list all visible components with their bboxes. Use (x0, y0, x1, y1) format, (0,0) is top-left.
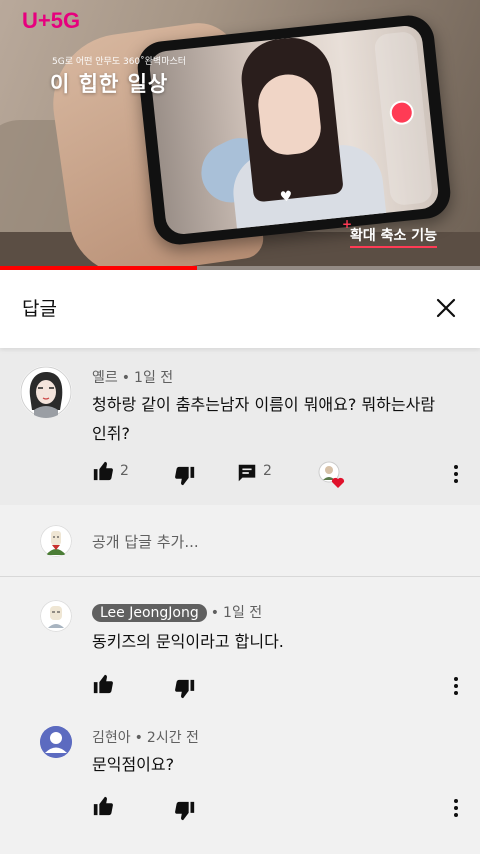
more-icon[interactable] (446, 463, 466, 485)
reply-author[interactable]: 김현아 (92, 730, 131, 746)
comment-meta: 옐르 • 1일 전 (92, 367, 173, 387)
replies-header: 답글 (0, 270, 480, 348)
reply-item: Lee JeongJong • 1일 전 동키즈의 문익이라고 합니다. (0, 578, 480, 706)
reply-item: 김현아 • 2시간 전 문익점이요? (0, 706, 480, 854)
comment-time: 1일 전 (134, 370, 174, 386)
heart-icon: ♥ (279, 188, 294, 206)
creator-badge[interactable]: Lee JeongJong (92, 604, 207, 622)
reply-text: 문익점이요? (92, 755, 175, 774)
like-icon[interactable] (92, 795, 114, 817)
replies-title: 답글 (22, 298, 57, 320)
close-icon[interactable] (434, 296, 458, 320)
comment-text: 청하랑 같이 춤추는남자 이름이 뭐애요? 뭐하는사람 인쥐? (92, 390, 462, 448)
creator-heart-illustration (318, 461, 345, 488)
comment-author[interactable]: 옐르 (92, 370, 118, 386)
phone-illustration: ♥ (135, 12, 453, 248)
reply-icon[interactable] (236, 462, 258, 484)
like-icon[interactable] (92, 460, 114, 482)
reply-meta: 김현아 • 2시간 전 (92, 727, 199, 747)
video-feature-label: 확대 축소 기능 (342, 217, 438, 248)
avatar (40, 525, 72, 557)
reply-meta: Lee JeongJong • 1일 전 (92, 602, 262, 622)
avatar[interactable] (20, 366, 72, 418)
video-main-caption: 이 힙한 일상 (50, 72, 169, 96)
root-comment: 옐르 • 1일 전 청하랑 같이 춤추는남자 이름이 뭐애요? 뭐하는사람 인쥐? … (0, 348, 480, 505)
avatar[interactable] (40, 600, 72, 632)
avatar-illustration (20, 366, 72, 418)
like-count: 2 (120, 463, 129, 479)
video-sub-caption: 5G로 어떤 안무도 360˚완벽마스터 (52, 57, 187, 67)
meta-separator: • (210, 605, 220, 621)
avatar-illustration (40, 525, 72, 557)
more-icon[interactable] (446, 675, 466, 697)
dislike-icon[interactable] (174, 465, 196, 487)
dislike-icon[interactable] (174, 800, 196, 822)
reply-time: 1일 전 (223, 605, 263, 621)
comment-text-line: 청하랑 같이 춤추는남자 이름이 뭐애요? 뭐하는사람 (92, 395, 436, 414)
dislike-icon[interactable] (174, 678, 196, 700)
creator-heart-icon (318, 461, 346, 489)
add-reply-row[interactable]: 공개 답글 추가... (0, 505, 480, 577)
comment-text-line: 인쥐? (92, 424, 130, 443)
avatar-illustration (40, 600, 72, 632)
app-root: ♥ U+5G 5G로 어떤 안무도 360˚완벽마스터 이 힙한 일상 확대 축… (0, 0, 480, 854)
reply-count: 2 (263, 463, 272, 479)
reply-input[interactable]: 공개 답글 추가... (92, 531, 199, 552)
reply-time: 2시간 전 (146, 730, 199, 746)
like-icon[interactable] (92, 673, 114, 695)
meta-separator: • (121, 370, 131, 386)
reply-text: 동키즈의 문익이라고 합니다. (92, 632, 284, 651)
brand-logo: U+5G (22, 8, 81, 33)
avatar[interactable] (40, 726, 72, 758)
more-icon[interactable] (446, 797, 466, 819)
default-avatar-icon (40, 726, 72, 758)
video-player[interactable]: ♥ U+5G 5G로 어떤 안무도 360˚완벽마스터 이 힙한 일상 확대 축… (0, 0, 480, 270)
meta-separator: • (134, 730, 143, 746)
phone-screen: ♥ (148, 24, 440, 236)
